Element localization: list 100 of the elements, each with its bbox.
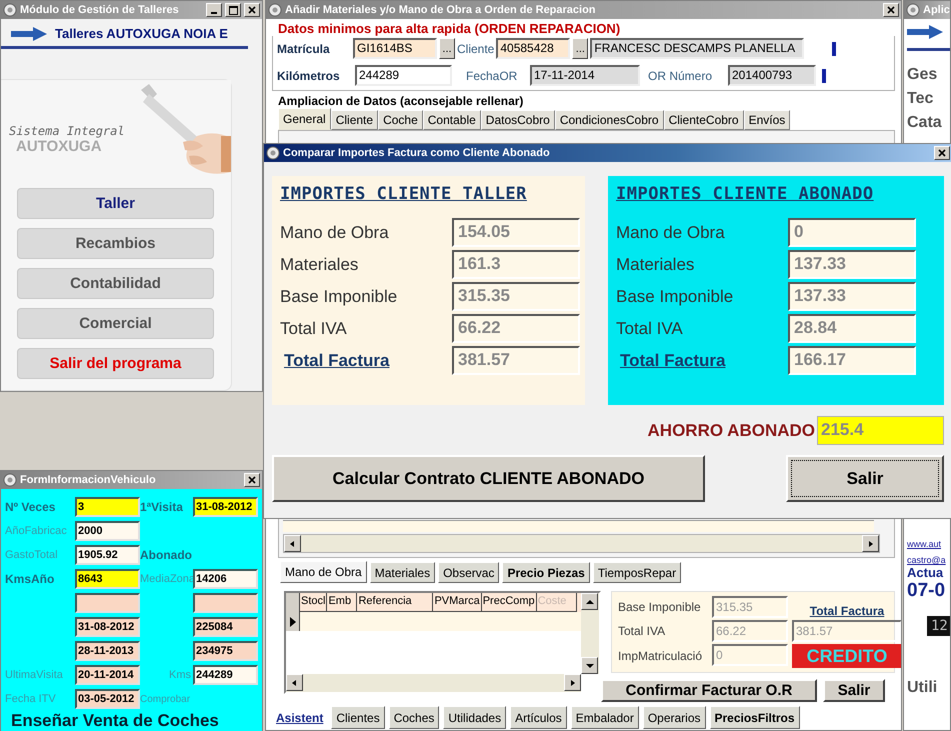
menu-button[interactable]: Contabilidad [17, 268, 214, 299]
amount-label: Base Imponible [616, 286, 734, 306]
website-link[interactable]: www.aut [907, 539, 942, 549]
menu-item[interactable]: Tec [907, 87, 934, 111]
amount-label: Total IVA [280, 318, 348, 338]
value-field[interactable]: 20-11-2014 [75, 665, 140, 685]
tab[interactable]: CondicionesCobro [554, 110, 664, 130]
dialog-title: Comparar Importes Factura como Cliente Abonado [283, 147, 551, 159]
total-label: Base Imponible [618, 600, 702, 614]
menu-item[interactable]: Utili [907, 676, 938, 700]
window-title: Aplic [923, 4, 948, 16]
field-label: OR Número [648, 68, 714, 82]
field-label: Matrícula [277, 42, 331, 56]
value-field[interactable]: 31-08-2012 [193, 497, 258, 517]
value-field[interactable]: 8643 [75, 569, 140, 589]
tab[interactable]: Contable [422, 110, 481, 130]
date-field[interactable]: 17-11-2014 [530, 65, 640, 86]
km-field[interactable]: 244289 [355, 65, 452, 86]
nav-tab[interactable]: Operarios [642, 706, 706, 729]
value-field[interactable]: 2000 [75, 521, 140, 541]
lookup-button[interactable]: ... [439, 38, 455, 59]
amount-label: Total IVA [616, 318, 684, 338]
value-field[interactable]: 31-08-2012 [75, 617, 140, 637]
tab[interactable]: DatosCobro [480, 110, 555, 130]
value-field[interactable]: 244289 [193, 665, 258, 685]
calculate-button[interactable]: Calcular Contrato CLIENTE ABONADO [272, 455, 705, 502]
plate-field[interactable]: GI1614BS [353, 38, 437, 59]
car-sales-link[interactable]: Enseñar Venta de Coches [5, 711, 258, 731]
value-field[interactable]: 234975 [193, 641, 258, 661]
value-field[interactable]: 225084 [193, 617, 258, 637]
value-field[interactable]: 03-05-2012 [75, 689, 140, 709]
menu-button[interactable]: Taller [17, 188, 214, 219]
tab[interactable]: Observac [438, 562, 500, 583]
tab[interactable]: ClienteCobro [664, 110, 744, 130]
value-field[interactable]: 28-11-2013 [75, 641, 140, 661]
nav-tab[interactable]: Embalador [570, 706, 639, 729]
tab[interactable]: Cliente [330, 110, 378, 130]
value-field[interactable]: 1905.92 [75, 545, 140, 565]
tab[interactable]: Coche [378, 110, 423, 130]
nav-link[interactable]: Asistent [272, 706, 328, 729]
menu-button[interactable]: Salir del programa [17, 348, 214, 379]
amount-field: 0 [788, 218, 916, 247]
tab[interactable]: Materiales [370, 562, 436, 583]
invoice-total-link[interactable]: Total Factura [616, 350, 788, 370]
amount-label: Base Imponible [280, 286, 398, 306]
field-label: Kms [169, 669, 192, 681]
amount-label: Mano de Obra [280, 222, 390, 242]
tab[interactable]: Envíos [744, 110, 790, 130]
window-title: Módulo de Gestión de Talleres [20, 4, 180, 16]
nav-tab[interactable]: Artículos [510, 706, 567, 729]
menu-button[interactable]: Comercial [17, 308, 214, 339]
value-field[interactable]: 14206 [193, 569, 258, 589]
field-label: Abonado [140, 548, 193, 562]
tab[interactable]: Mano de Obra [280, 561, 367, 583]
total-field: 0 [712, 644, 788, 666]
lookup-button[interactable]: ... [572, 38, 588, 59]
amount-field: 66.22 [452, 314, 580, 343]
field-label: 1ªVisita [140, 500, 184, 514]
nav-tab[interactable]: Clientes [331, 706, 385, 729]
tab[interactable]: Precio Piezas [502, 562, 590, 583]
field-label: AñoFabricac [5, 525, 68, 537]
field-label: KmsAño [5, 572, 56, 586]
menu-item[interactable]: Cata [907, 111, 942, 135]
update-label: Actua [907, 565, 944, 580]
value-field[interactable]: 3 [75, 497, 140, 517]
field-label: Cliente [457, 42, 494, 56]
total-field: 315.35 [712, 596, 788, 618]
invoice-total-link[interactable]: Total Factura [280, 350, 452, 370]
order-number-field[interactable]: 201400793 [728, 65, 816, 86]
confirm-button[interactable]: Confirmar Facturar O.R [601, 679, 817, 702]
field-label: Kilómetros [277, 68, 341, 82]
workshop-heading: Talleres AUTOXUGA NOIA E [55, 26, 228, 41]
exit-button[interactable]: Salir [823, 679, 885, 702]
menu-item[interactable]: Ges [907, 63, 938, 87]
email-link[interactable]: castro@a [907, 555, 946, 565]
menu-button[interactable]: Recambios [17, 228, 214, 259]
field-label: UltimaVisita [5, 669, 64, 681]
exit-button[interactable]: Salir [786, 455, 944, 502]
field-label: FechaOR [466, 68, 518, 82]
field-label: GastoTotal [5, 549, 59, 561]
amount-field: 161.3 [452, 250, 580, 279]
invoice-total-field: 381.57 [792, 620, 901, 642]
field-label: Fecha ITV [5, 693, 57, 705]
nav-tab[interactable]: Coches [388, 706, 440, 729]
tab[interactable]: General [278, 108, 331, 130]
update-date: 07-0 [907, 580, 946, 602]
logo-subtitle: Sistema Integral [9, 124, 125, 138]
amount-field: 315.35 [452, 282, 580, 311]
clock-display: 12: [927, 616, 950, 636]
nav-tab[interactable]: Utilidades [443, 706, 506, 729]
nav-tab[interactable]: PreciosFiltros [710, 706, 800, 729]
client-name-field[interactable]: FRANCESC DESCAMPS PLANELLA [590, 38, 804, 59]
amount-label: Mano de Obra [616, 222, 726, 242]
amount-field: 137.33 [788, 282, 916, 311]
tab[interactable]: TiemposRepar [592, 562, 682, 583]
amount-label: Materiales [280, 254, 360, 274]
client-field[interactable]: 40585428 [496, 38, 570, 59]
panel-title: IMPORTES CLIENTE ABONADO [616, 184, 875, 204]
total-field: 66.22 [712, 620, 788, 642]
total-invoice-link[interactable]: Total Factura [810, 604, 884, 618]
